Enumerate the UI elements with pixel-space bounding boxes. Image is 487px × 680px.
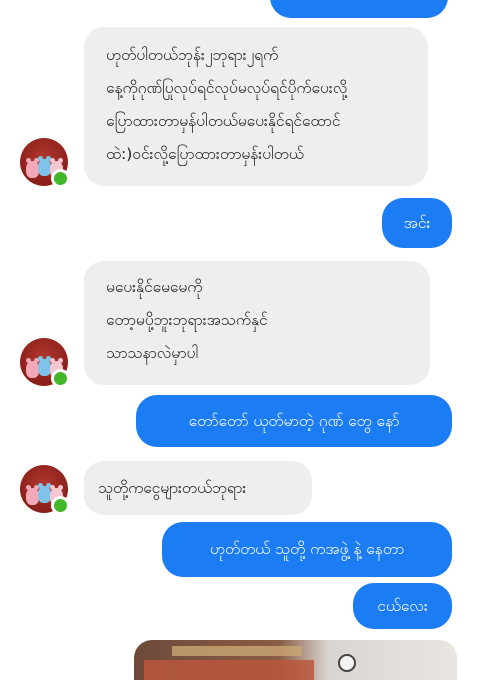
message-bubble-incoming[interactable]: မပေးနိုင်မေမေကို တော့မပို့ဘူးဘုရားအသက်နှ… — [84, 261, 430, 385]
online-status-icon — [51, 496, 70, 515]
message-bubble-outgoing[interactable]: ငယ်လေး — [353, 583, 452, 629]
message-bubble-outgoing[interactable]: အင်း — [382, 198, 452, 248]
message-bubble-outgoing[interactable] — [270, 0, 448, 18]
online-status-icon — [51, 369, 70, 388]
contact-avatar[interactable] — [20, 465, 70, 515]
message-bubble-incoming[interactable]: ဟုတ်ပါတယ်ဘုန်း၂ဘုရား၂ရက် နေ့ကိုဂုဏ်ပြုလု… — [84, 27, 428, 186]
contact-avatar[interactable] — [20, 138, 70, 188]
message-bubble-incoming[interactable]: သူတို့ကငွေများတယ်ဘုရား — [84, 461, 312, 515]
shared-photo[interactable] — [134, 640, 457, 680]
message-bubble-outgoing[interactable]: တော်တော် ယုတ်မာတဲ့ ဂုဏ် တွေ နော် — [136, 395, 452, 447]
contact-avatar[interactable] — [20, 338, 70, 388]
clock-icon — [338, 654, 356, 672]
message-bubble-outgoing[interactable]: ဟုတ်တယ် သူတို့ ကအဖွဲ့ နဲ့ နေတာ — [162, 522, 452, 577]
online-status-icon — [51, 169, 70, 188]
